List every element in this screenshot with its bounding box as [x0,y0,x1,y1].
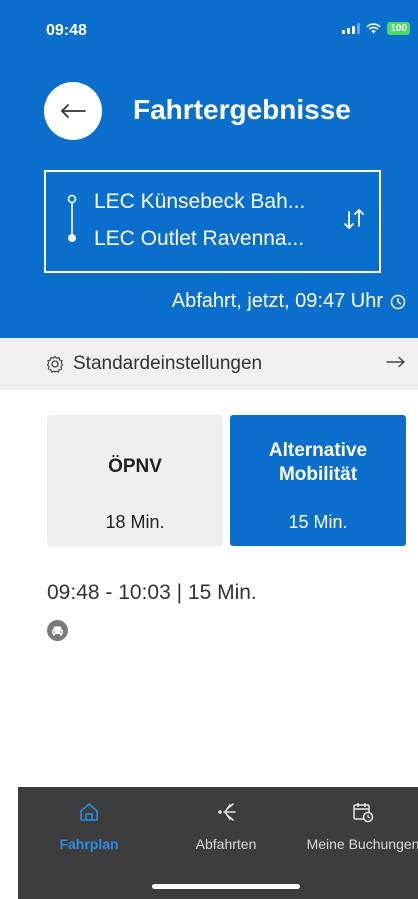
status-icons: 100 [342,22,410,35]
page-title: Fahrtergebnisse [133,94,351,125]
arrow-right-icon [386,356,406,368]
route-line-icon [67,194,77,242]
route-to[interactable]: LEC Outlet Ravenna... [94,227,304,251]
tab-alternative-duration: 15 Min. [288,512,348,532]
signal-icon [342,23,361,34]
calendar-clock-icon [353,803,374,823]
tab-abfahrten-label: Abfahrten [195,836,257,852]
tab-alternative-title: Alternative Mobilität [230,439,406,487]
tab-fahrplan-label: Fahrplan [59,836,119,852]
arrow-left-icon [60,104,86,118]
bottom-tabbar: Fahrplan Abfahrten Meine Buchungen [18,787,418,899]
tab-oepnv[interactable]: ÖPNV 18 Min. [47,415,223,546]
wifi-icon [366,23,381,34]
departure-time[interactable]: Abfahrt, jetzt, 09:47 Uhr [172,290,406,313]
tab-alternative-title-line1: Alternative [268,440,368,461]
settings-label: Standardeinstellungen [73,353,263,374]
tab-alternative-mobility[interactable]: Alternative Mobilität 15 Min. [230,415,406,546]
tab-meine-buchungen[interactable]: Meine Buchungen [298,787,418,867]
clock-icon [390,294,406,309]
tab-alternative-title-line2: Mobilität [278,464,358,485]
result-time-range[interactable]: 09:48 - 10:03 | 15 Min. [47,581,257,605]
home-icon [80,803,98,821]
route-from[interactable]: LEC Künsebeck Bah... [94,190,305,214]
tab-meine-buchungen-label: Meine Buchungen [306,836,418,852]
home-indicator [152,884,300,889]
tab-fahrplan[interactable]: Fahrplan [36,787,142,867]
status-time: 09:48 [46,22,87,39]
settings-bar[interactable]: Standardeinstellungen [0,338,418,390]
tab-oepnv-duration: 18 Min. [105,512,165,532]
car-icon [47,620,68,641]
tab-oepnv-title: ÖPNV [108,456,162,477]
route-box: LEC Künsebeck Bah... LEC Outlet Ravenna.… [44,170,381,273]
header: 09:48 100 Fahrtergebnisse LEC Künsebeck … [0,0,418,338]
swap-vertical-icon[interactable] [341,204,367,234]
back-button[interactable] [44,82,102,140]
gear-icon [46,355,64,373]
departure-label: Abfahrt, jetzt, 09:47 Uhr [171,290,383,312]
tab-abfahrten[interactable]: Abfahrten [176,787,276,867]
departures-icon [218,803,236,821]
battery-icon: 100 [387,22,410,35]
